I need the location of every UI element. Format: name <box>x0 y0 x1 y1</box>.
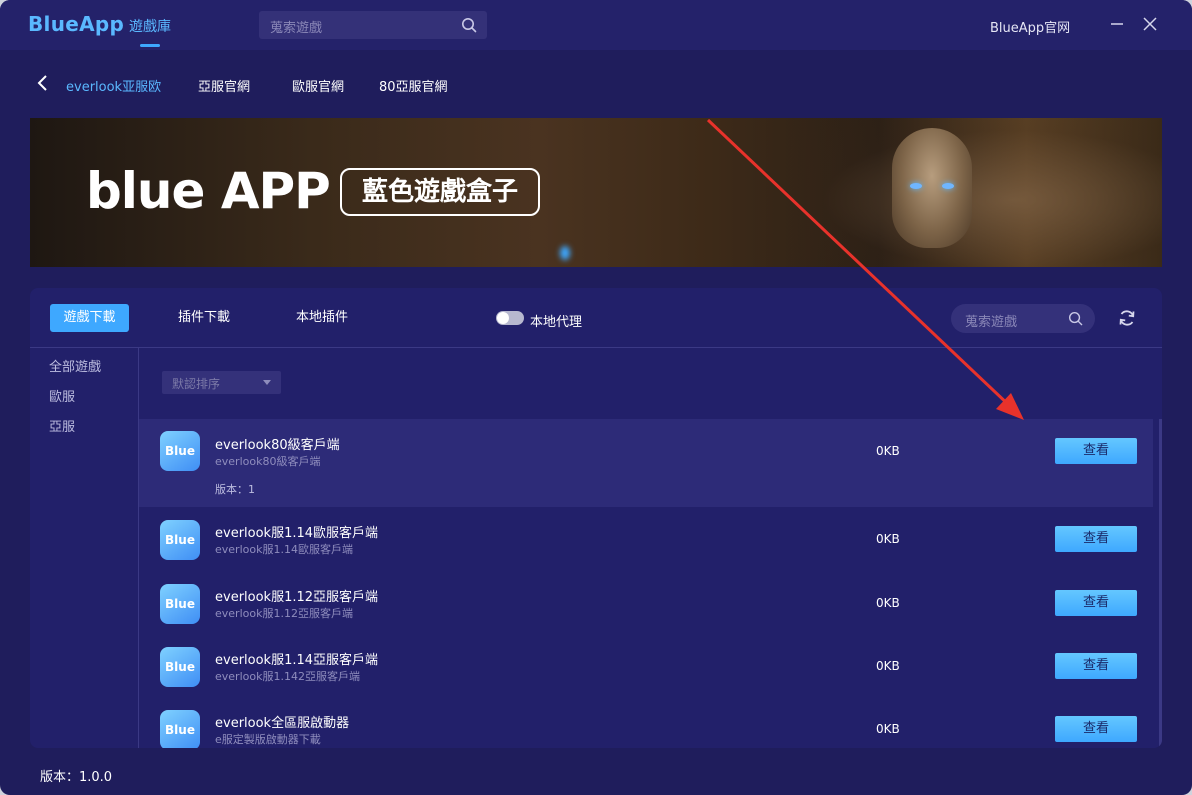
item-size: 0KB <box>876 659 900 673</box>
search-icon[interactable] <box>461 17 477 33</box>
app-version: 版本：1.0.0 <box>40 770 113 785</box>
sidebar-item-asia[interactable]: 亞服 <box>49 416 75 435</box>
refresh-icon[interactable] <box>1117 308 1137 328</box>
nav-active-indicator <box>140 44 160 47</box>
nav-game-library[interactable]: 遊戲庫 <box>129 16 171 36</box>
game-list: Blue everlook80級客戶端 everlook80級客戶端 版本：1 … <box>139 419 1162 748</box>
tab-local-plugins[interactable]: 本地插件 <box>296 304 348 332</box>
panel-search-box[interactable]: 蒐索遊戲 <box>951 304 1095 333</box>
subnav-eu-official[interactable]: 歐服官網 <box>292 76 344 95</box>
banner-character-image <box>892 128 972 248</box>
local-proxy-toggle[interactable] <box>496 311 524 325</box>
search-icon[interactable] <box>1068 311 1083 326</box>
title-bar: BlueApp 遊戲庫 蒐索遊戲 BlueApp官网 <box>0 0 1192 50</box>
view-button[interactable]: 查看 <box>1055 653 1137 679</box>
tab-game-download[interactable]: 遊戲下載 <box>50 304 129 332</box>
blue-app-icon: Blue <box>160 584 200 624</box>
item-subtitle: everlook服1.12亞服客戶端 <box>215 607 353 620</box>
app-window: BlueApp 遊戲庫 蒐索遊戲 BlueApp官网 everlook亚服欧 亞… <box>0 0 1192 795</box>
banner-glow <box>790 118 1162 267</box>
chevron-down-icon <box>263 380 271 385</box>
character-eye-left <box>910 183 922 189</box>
promo-banner[interactable]: blue APP 藍色遊戲盒子 <box>30 118 1162 267</box>
character-eye-right <box>942 183 954 189</box>
panel-search-input[interactable]: 蒐索遊戲 <box>965 311 1017 330</box>
list-item[interactable]: Blue everlook服1.12亞服客戶端 everlook服1.12亞服客… <box>139 571 1153 635</box>
banner-tagline: 藍色遊戲盒子 <box>340 168 540 216</box>
subnav-everlook-asia-eu[interactable]: everlook亚服欧 <box>66 76 161 95</box>
item-subtitle: everlook服1.142亞服客戶端 <box>215 670 360 683</box>
toggle-knob <box>497 312 509 324</box>
list-scrollbar[interactable] <box>1159 419 1162 748</box>
app-logo: BlueApp <box>28 12 125 36</box>
view-button[interactable]: 查看 <box>1055 716 1137 742</box>
subnav-asia-official[interactable]: 亞服官網 <box>198 76 250 95</box>
tab-plugin-download[interactable]: 插件下載 <box>178 304 230 332</box>
banner-glint <box>560 246 570 260</box>
official-site-link[interactable]: BlueApp官网 <box>990 17 1070 36</box>
minimize-icon[interactable] <box>1108 14 1126 34</box>
blue-app-icon: Blue <box>160 647 200 687</box>
item-title: everlook服1.12亞服客戶端 <box>215 590 379 605</box>
blue-app-icon: Blue <box>160 431 200 471</box>
view-button[interactable]: 查看 <box>1055 438 1137 464</box>
view-button[interactable]: 查看 <box>1055 526 1137 552</box>
list-item[interactable]: Blue everlook服1.14亞服客戶端 everlook服1.142亞服… <box>139 635 1153 699</box>
item-size: 0KB <box>876 532 900 546</box>
item-title: everlook服1.14亞服客戶端 <box>215 653 379 668</box>
banner-brand-text: blue APP <box>86 162 331 220</box>
blue-app-icon: Blue <box>160 520 200 560</box>
list-item[interactable]: Blue everlook全區服啟動器 e服定製版啟動器下載 0KB 查看 <box>139 699 1153 748</box>
download-panel: 遊戲下載 插件下載 本地插件 本地代理 蒐索遊戲 全部遊戲 歐服 亞服 默認排序 <box>30 288 1162 748</box>
close-icon[interactable] <box>1141 14 1159 34</box>
item-version: 版本：1 <box>215 483 255 496</box>
item-title: everlook80級客戶端 <box>215 438 340 453</box>
view-button[interactable]: 查看 <box>1055 590 1137 616</box>
item-subtitle: everlook80級客戶端 <box>215 455 321 468</box>
item-size: 0KB <box>876 596 900 610</box>
item-subtitle: e服定製版啟動器下載 <box>215 733 321 746</box>
sidebar-item-eu[interactable]: 歐服 <box>49 386 75 405</box>
item-size: 0KB <box>876 722 900 736</box>
back-arrow-icon[interactable] <box>36 74 50 92</box>
item-subtitle: everlook服1.14歐服客戶端 <box>215 543 353 556</box>
item-title: everlook全區服啟動器 <box>215 716 350 731</box>
blue-app-icon: Blue <box>160 710 200 748</box>
list-item[interactable]: Blue everlook80級客戶端 everlook80級客戶端 版本：1 … <box>139 419 1153 507</box>
local-proxy-label: 本地代理 <box>530 315 583 330</box>
item-title: everlook服1.14歐服客戶端 <box>215 526 379 541</box>
top-search-input[interactable]: 蒐索遊戲 <box>270 17 322 36</box>
sort-dropdown[interactable]: 默認排序 <box>162 371 281 394</box>
sort-dropdown-value: 默認排序 <box>172 377 221 391</box>
top-search-box[interactable]: 蒐索遊戲 <box>259 11 487 39</box>
subnav-80-asia-official[interactable]: 80亞服官網 <box>379 76 448 95</box>
item-size: 0KB <box>876 444 900 458</box>
panel-header-divider <box>30 347 1162 348</box>
sidebar-item-all-games[interactable]: 全部遊戲 <box>49 356 101 375</box>
list-item[interactable]: Blue everlook服1.14歐服客戶端 everlook服1.14歐服客… <box>139 507 1153 571</box>
